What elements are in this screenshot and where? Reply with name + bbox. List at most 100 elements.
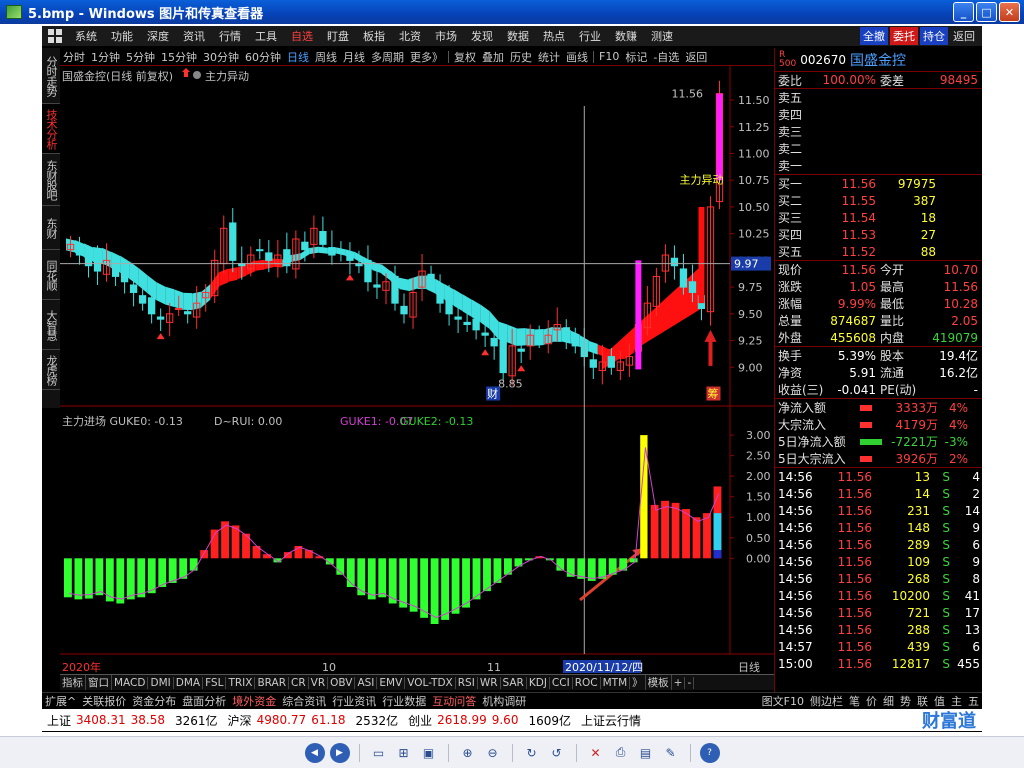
period-button[interactable]: F10 <box>596 50 622 63</box>
menu-item[interactable]: 北资 <box>392 28 428 44</box>
indicator-tab[interactable]: DMA <box>174 676 204 689</box>
indicator-tab[interactable]: 模板 <box>646 675 672 690</box>
extension-tab[interactable]: 行业资讯 <box>329 693 379 709</box>
indicator-tab[interactable]: FSL <box>203 676 227 689</box>
period-button[interactable]: 复权 <box>451 49 479 65</box>
menu-item[interactable]: 系统 <box>68 28 104 44</box>
period-button[interactable]: 日线 <box>284 49 312 65</box>
indicator-tab[interactable]: VR <box>309 676 329 689</box>
indicator-tab[interactable]: ASI <box>355 676 378 689</box>
actual-size-icon[interactable]: ⊞ <box>394 743 414 763</box>
indicator-tab[interactable]: SAR <box>501 676 527 689</box>
menu-item[interactable]: 工具 <box>248 28 284 44</box>
extension-tab[interactable]: 互动问答 <box>429 693 479 709</box>
rotate-ccw-icon[interactable]: ↺ <box>547 743 567 763</box>
sidebar-tab[interactable]: 侧边栏 <box>807 693 846 709</box>
left-tab[interactable]: 分时走势 <box>42 48 60 104</box>
menu-item[interactable]: 数据 <box>500 28 536 44</box>
extension-tab[interactable]: 盘面分析 <box>179 693 229 709</box>
indicator-tab[interactable]: BRAR <box>255 676 289 689</box>
period-button[interactable]: 1分钟 <box>88 49 123 65</box>
menu-right-button[interactable]: 持仓 <box>920 27 948 45</box>
window-title-bar[interactable]: 5.bmp - Windows 图片和传真查看器 _ □ ✕ <box>0 0 1024 24</box>
sidebar-tab[interactable]: 价 <box>863 693 880 709</box>
period-button[interactable]: 多周期 <box>368 49 407 65</box>
period-button[interactable]: 统计 <box>535 49 563 65</box>
menu-item[interactable]: 市场 <box>428 28 464 44</box>
index-name[interactable]: 沪深 <box>223 712 257 729</box>
maximize-button[interactable]: □ <box>976 2 997 22</box>
help-icon[interactable]: ? <box>699 742 720 763</box>
indicator-tab[interactable]: 》 <box>630 675 646 690</box>
menu-item[interactable]: 发现 <box>464 28 500 44</box>
menu-item[interactable]: 功能 <box>104 28 140 44</box>
period-button[interactable]: 叠加 <box>479 49 507 65</box>
menu-item[interactable]: 数赚 <box>608 28 644 44</box>
period-button[interactable]: 30分钟 <box>200 49 242 65</box>
indicator-tab[interactable]: VOL-TDX <box>405 676 456 689</box>
rotate-cw-icon[interactable]: ↻ <box>522 743 542 763</box>
minimize-button[interactable]: _ <box>953 2 974 22</box>
indicator-tab[interactable]: - <box>685 676 695 689</box>
left-tab[interactable]: 龙虎榜 <box>42 350 60 390</box>
period-button[interactable]: 月线 <box>340 49 368 65</box>
index-name[interactable]: 创业 <box>403 712 437 729</box>
print-icon[interactable]: ⎙ <box>611 743 631 763</box>
best-fit-icon[interactable]: ▭ <box>369 743 389 763</box>
extension-tab[interactable]: 综合资讯 <box>279 693 329 709</box>
period-button[interactable]: 更多》 <box>407 49 446 65</box>
app-grid-icon[interactable] <box>48 29 62 43</box>
extension-tab[interactable]: 关联报价 <box>79 693 129 709</box>
indicator-tab[interactable]: DMI <box>148 676 174 689</box>
extension-tab[interactable]: 机构调研 <box>479 693 529 709</box>
menu-item[interactable]: 板指 <box>356 28 392 44</box>
indicator-tab[interactable]: MACD <box>112 676 149 689</box>
kline-chart-area[interactable]: 11.5011.2511.0010.7510.5010.2510.009.759… <box>60 66 774 674</box>
indicator-tab[interactable]: KDJ <box>527 676 550 689</box>
sidebar-tab[interactable]: 图文F10 <box>759 693 807 709</box>
period-button[interactable]: 周线 <box>312 49 340 65</box>
zoom-in-icon[interactable]: ⊕ <box>458 743 478 763</box>
sidebar-tab[interactable]: 笔 <box>846 693 863 709</box>
indicator-tab[interactable]: ROC <box>573 676 601 689</box>
sidebar-tab[interactable]: 势 <box>897 693 914 709</box>
menu-item[interactable]: 自选 <box>284 28 320 44</box>
indicator-tab[interactable]: CCI <box>550 676 573 689</box>
menu-item[interactable]: 行业 <box>572 28 608 44</box>
extension-tab[interactable]: 行业数据 <box>379 693 429 709</box>
prev-icon[interactable]: ◀ <box>304 742 325 763</box>
menu-right-button[interactable]: 返回 <box>950 27 978 45</box>
period-button[interactable]: 返回 <box>682 49 710 65</box>
period-button[interactable]: 5分钟 <box>123 49 158 65</box>
menu-item[interactable]: 热点 <box>536 28 572 44</box>
indicator-tab[interactable]: TRIX <box>226 676 256 689</box>
menu-item[interactable]: 深度 <box>140 28 176 44</box>
edit-icon[interactable]: ✎ <box>661 743 681 763</box>
cloud-quote-label[interactable]: 上证云行情 <box>576 712 646 729</box>
zoom-out-icon[interactable]: ⊖ <box>483 743 503 763</box>
sidebar-tab[interactable]: 细 <box>880 693 897 709</box>
menu-item[interactable]: 资讯 <box>176 28 212 44</box>
index-name[interactable]: 上证 <box>42 712 76 729</box>
indicator-tab[interactable]: EMV <box>377 676 406 689</box>
menu-item[interactable]: 行情 <box>212 28 248 44</box>
save-icon[interactable]: ▤ <box>636 743 656 763</box>
indicator-tab[interactable]: + <box>672 676 686 689</box>
period-button[interactable]: 60分钟 <box>242 49 284 65</box>
indicator-tab[interactable]: 窗口 <box>86 675 112 690</box>
extension-tab[interactable]: 资金分布 <box>129 693 179 709</box>
indicator-tab[interactable]: MTM <box>601 676 631 689</box>
period-button[interactable]: 标记 <box>622 49 650 65</box>
period-button[interactable]: 画线 <box>563 49 591 65</box>
left-tab[interactable]: 东财股吧 <box>42 154 60 206</box>
left-tab[interactable]: 东财 <box>42 206 60 250</box>
next-icon[interactable]: ▶ <box>329 742 350 763</box>
left-tab[interactable]: 技术分析 <box>42 104 60 154</box>
indicator-tab[interactable]: CR <box>289 676 309 689</box>
period-button[interactable]: 15分钟 <box>158 49 200 65</box>
indicator-tab[interactable]: WR <box>478 676 501 689</box>
delete-icon[interactable]: ✕ <box>586 743 606 763</box>
period-button[interactable]: -自选 <box>650 49 682 65</box>
extension-tab[interactable]: 境外资金 <box>229 693 279 709</box>
menu-item[interactable]: 测速 <box>644 28 680 44</box>
